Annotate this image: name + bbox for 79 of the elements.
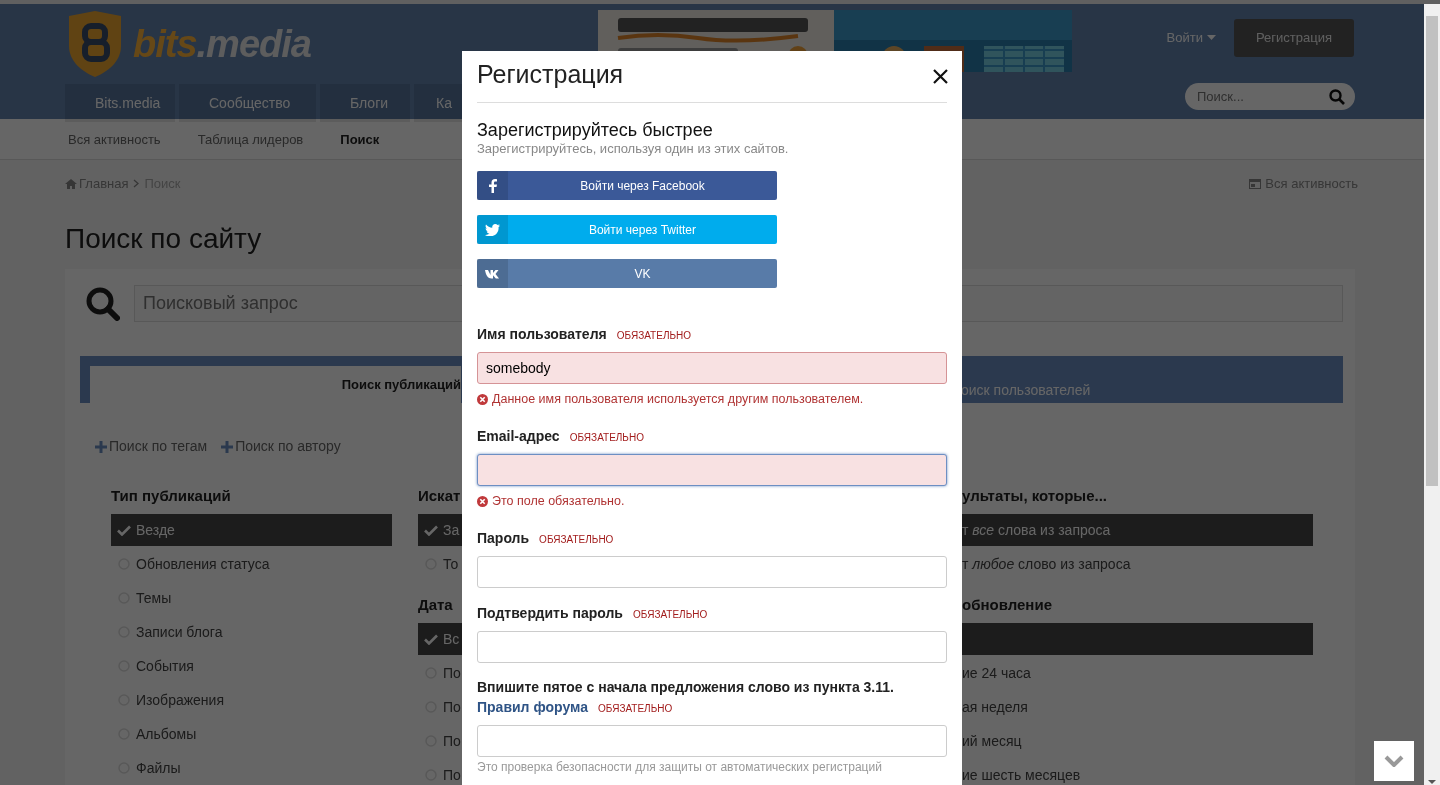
error-icon — [477, 495, 488, 507]
section-title: Зарегистрируйтесь быстрее — [477, 119, 714, 141]
filter-option[interactable]: По — [418, 725, 462, 758]
filter-option[interactable]: То — [418, 548, 462, 581]
calendar-icon — [1249, 178, 1262, 189]
filter-option[interactable]: ие шесть месяцев — [962, 759, 1313, 785]
filter-option[interactable]: ая неделя — [962, 691, 1313, 724]
filter-option[interactable]: По — [418, 691, 462, 724]
vk-logo-icon — [484, 268, 501, 279]
error-message: Данное имя пользователя используется другим пользователем. — [492, 391, 864, 408]
bird-icon — [485, 223, 500, 236]
check-icon — [424, 524, 438, 536]
filter-option[interactable]: По — [418, 657, 462, 690]
filter-heading: Дата — [418, 595, 454, 616]
filter-heading: Тип публикаций — [111, 486, 232, 507]
filter-option[interactable]: Альбомы — [111, 718, 392, 751]
check-icon — [424, 633, 438, 645]
add-filter-link[interactable]: Поиск по тегам — [109, 436, 208, 458]
filter-heading: обновление — [962, 595, 1053, 616]
filter-heading: ультаты, которые... — [962, 486, 1108, 507]
filter-option[interactable]: События — [111, 650, 392, 683]
subnav-tab[interactable]: Вся активность — [68, 119, 161, 161]
required-tag: ОБЯЗАТЕЛЬНО — [569, 431, 644, 443]
field-label: Подтвердить пароль — [477, 604, 623, 621]
filter-option[interactable] — [962, 623, 1313, 656]
social-login-button[interactable]: VK — [477, 259, 777, 288]
input-field[interactable] — [477, 555, 947, 588]
chevron-icon — [133, 179, 140, 189]
input-field[interactable] — [477, 724, 947, 757]
close-button[interactable] — [933, 68, 948, 84]
add-filter-link[interactable]: Поиск по автору — [235, 436, 341, 458]
social-login-button[interactable]: Войти через Facebook — [477, 171, 777, 200]
plus-icon — [95, 440, 107, 453]
required-tag: ОБЯЗАТЕЛЬНО — [616, 330, 691, 341]
input-field[interactable] — [477, 453, 947, 486]
subnav-tab[interactable]: Поиск — [340, 119, 380, 161]
facebook-icon — [488, 178, 497, 193]
filter-option[interactable]: Изображения — [111, 684, 392, 717]
filter-option[interactable]: т любое слово из запроса — [962, 548, 1313, 581]
social-login-button[interactable]: Войти через Twitter — [477, 215, 777, 244]
filter-option[interactable]: За — [418, 514, 462, 547]
field-label: Email-адрес — [477, 427, 560, 444]
search-icon — [86, 286, 120, 321]
required-tag: ОБЯЗАТЕЛЬНО — [597, 702, 673, 714]
modal-title: Регистрация — [477, 59, 624, 89]
scrollbar[interactable] — [1424, 4, 1440, 785]
check-icon — [117, 524, 131, 536]
section-subtitle: Зарегистрируйтесь, используя один из этих сайтов. — [477, 141, 790, 157]
rules-link[interactable]: Правил форума — [477, 698, 588, 715]
filter-option[interactable]: Записи блога — [111, 616, 392, 649]
search-icon[interactable] — [1329, 89, 1345, 105]
filter-option[interactable]: Файлы — [111, 752, 392, 785]
error-message: Это поле обязательно. — [492, 492, 625, 510]
filter-option[interactable]: Везде — [111, 514, 392, 547]
field-label: Пароль — [477, 529, 530, 546]
plus-icon — [221, 440, 234, 453]
error-icon — [477, 393, 488, 405]
filter-option[interactable]: ие 24 часа — [962, 657, 1313, 690]
page-title: Поиск по сайту — [65, 221, 262, 256]
tab[interactable]: Поиск публикаций — [90, 366, 461, 404]
filter-option[interactable]: По — [418, 759, 462, 785]
home-icon — [65, 178, 77, 189]
input-field[interactable] — [477, 630, 947, 663]
required-tag: ОБЯЗАТЕЛЬНО — [539, 533, 614, 545]
filter-option[interactable]: Вс — [418, 623, 462, 656]
filter-option[interactable]: Обновления статуса — [111, 548, 392, 581]
field-label: Впишите пятое с начала предложения слово из пункта 3.11. — [477, 677, 895, 697]
filter-option[interactable]: Темы — [111, 582, 392, 615]
field-label: Имя пользователя — [477, 326, 607, 342]
caret-icon — [1207, 34, 1216, 41]
chevron-icon — [1384, 755, 1404, 767]
required-tag: ОБЯЗАТЕЛЬНО — [632, 608, 708, 620]
filter-option[interactable]: т все слова из запроса — [962, 514, 1313, 547]
field-hint: Это проверка безопасности для защиты от автоматических регистраций — [477, 759, 883, 775]
input-field[interactable]: somebody — [477, 352, 947, 384]
subnav-tab[interactable]: Таблица лидеров — [197, 119, 304, 161]
scroll-down-button[interactable] — [1374, 741, 1414, 781]
filter-option[interactable]: ий месяц — [962, 725, 1313, 758]
filter-heading: Искат — [418, 486, 462, 507]
